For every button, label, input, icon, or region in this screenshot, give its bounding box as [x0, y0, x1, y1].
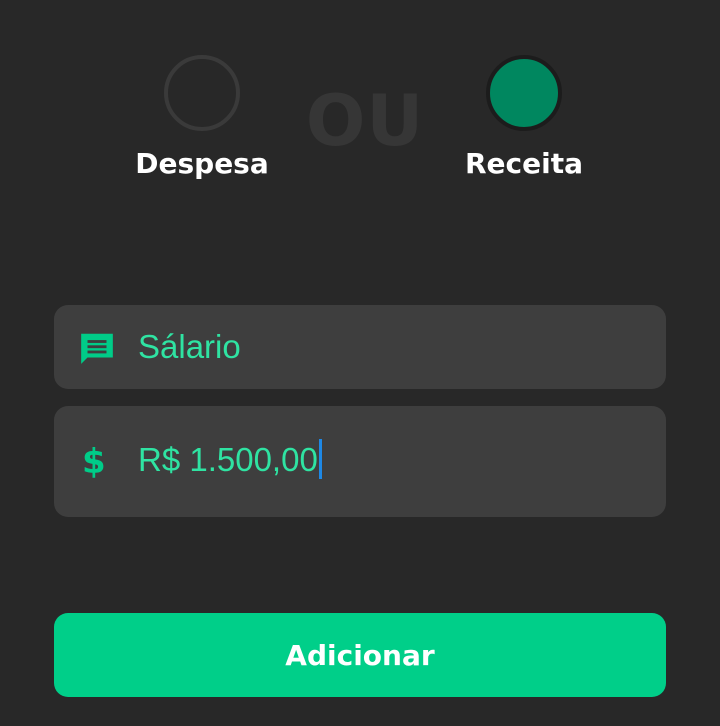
- amount-input[interactable]: R$ 1.500,00: [138, 441, 318, 478]
- or-separator: OU: [305, 80, 425, 162]
- amount-field[interactable]: $ R$ 1.500,00: [54, 406, 666, 517]
- amount-input-wrapper[interactable]: R$ 1.500,00: [138, 438, 322, 482]
- add-transaction-screen: OU Despesa Receita Sálario $ R$ 1.500,00…: [0, 0, 720, 726]
- despesa-label[interactable]: Despesa: [112, 144, 292, 184]
- add-button[interactable]: Adicionar: [54, 613, 666, 697]
- description-input[interactable]: Sálario: [138, 325, 241, 369]
- receita-radio[interactable]: [486, 55, 562, 131]
- despesa-radio[interactable]: [164, 55, 240, 131]
- dollar-icon: $: [82, 442, 106, 482]
- chat-message-icon: [81, 333, 113, 364]
- receita-label[interactable]: Receita: [434, 144, 614, 184]
- text-caret: [318, 439, 322, 479]
- description-field[interactable]: Sálario: [54, 305, 666, 389]
